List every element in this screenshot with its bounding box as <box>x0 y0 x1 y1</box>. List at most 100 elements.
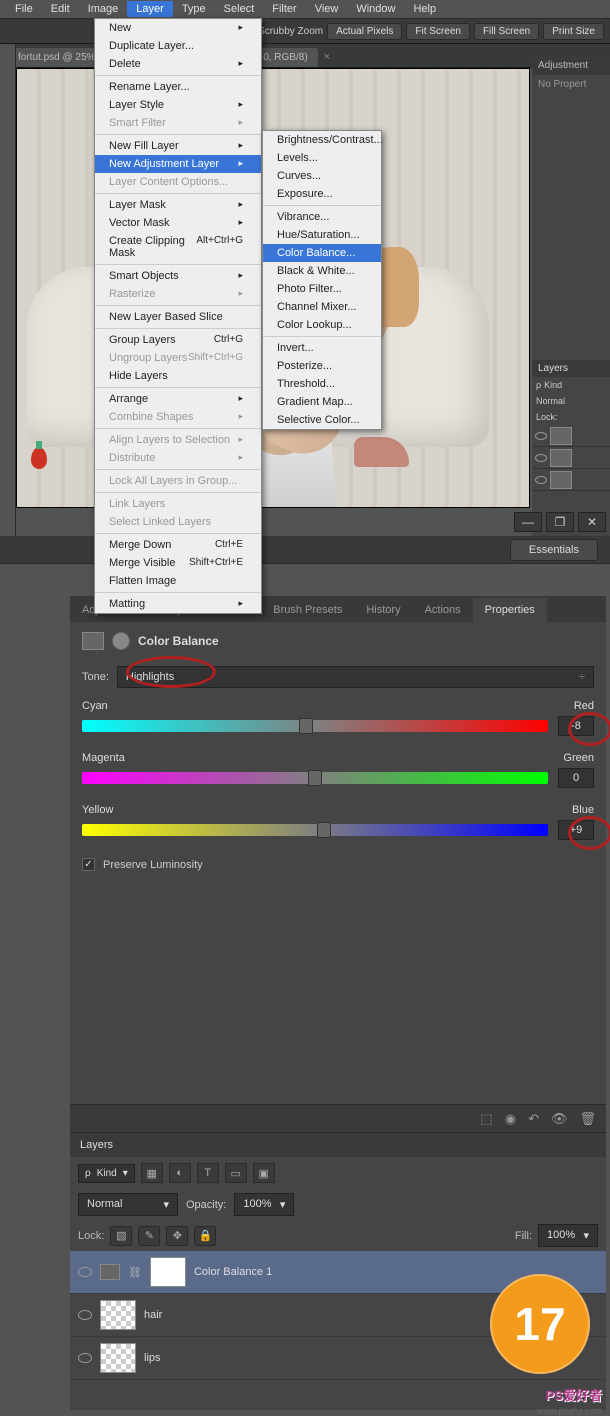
lock-all-icon[interactable]: 🔒 <box>194 1226 216 1246</box>
menu-image[interactable]: Image <box>79 1 128 17</box>
menu-item[interactable]: Smart Objects <box>95 267 261 285</box>
menu-item[interactable]: Hide Layers <box>95 367 261 385</box>
close-button[interactable]: ✕ <box>578 512 606 532</box>
layer-name[interactable]: hair <box>144 1309 162 1321</box>
menu-help[interactable]: Help <box>404 1 445 17</box>
menu-item[interactable]: Merge DownCtrl+E <box>95 536 261 554</box>
submenu-item[interactable]: Invert... <box>263 339 381 357</box>
menu-type[interactable]: Type <box>173 1 215 17</box>
menu-item[interactable]: Layer Style <box>95 96 261 114</box>
submenu-item[interactable]: Levels... <box>263 149 381 167</box>
menu-window[interactable]: Window <box>347 1 404 17</box>
submenu-item[interactable]: Hue/Saturation... <box>263 226 381 244</box>
submenu-item[interactable]: Brightness/Contrast... <box>263 131 381 149</box>
submenu-item[interactable]: Color Balance... <box>263 244 381 262</box>
layer-thumbnail[interactable] <box>100 1300 136 1330</box>
clip-icon[interactable]: ⬚ <box>480 1111 492 1127</box>
filter-pixel-icon[interactable]: ▦ <box>141 1163 163 1183</box>
menu-item[interactable]: Vector Mask <box>95 214 261 232</box>
tab-actions[interactable]: Actions <box>413 598 473 622</box>
menu-item[interactable]: Layer Mask <box>95 196 261 214</box>
submenu-item[interactable]: Photo Filter... <box>263 280 381 298</box>
adjustments-panel-title[interactable]: Adjustment <box>532 56 610 75</box>
layer-name[interactable]: Color Balance 1 <box>194 1266 272 1278</box>
lock-position-icon[interactable]: ✥ <box>166 1226 188 1246</box>
submenu-item[interactable]: Black & White... <box>263 262 381 280</box>
menu-item[interactable]: Merge VisibleShift+Ctrl+E <box>95 554 261 572</box>
layer-thumbnail[interactable] <box>100 1343 136 1373</box>
submenu-item[interactable]: Gradient Map... <box>263 393 381 411</box>
menu-item[interactable]: Flatten Image <box>95 572 261 590</box>
slider-track[interactable] <box>82 772 548 784</box>
visibility-toggle[interactable] <box>78 1267 92 1277</box>
submenu-item[interactable]: Threshold... <box>263 375 381 393</box>
workspace-essentials-button[interactable]: Essentials <box>510 539 598 561</box>
visibility-toggle[interactable] <box>78 1310 92 1320</box>
fit-screen-button[interactable]: Fit Screen <box>406 23 470 40</box>
menu-layer[interactable]: Layer <box>127 1 173 17</box>
filter-shape-icon[interactable]: ▭ <box>225 1163 247 1183</box>
submenu-item[interactable]: Vibrance... <box>263 208 381 226</box>
submenu-item[interactable]: Color Lookup... <box>263 316 381 334</box>
menu-item[interactable]: Group LayersCtrl+G <box>95 331 261 349</box>
submenu-item[interactable]: Channel Mixer... <box>263 298 381 316</box>
slider-handle[interactable] <box>317 822 331 838</box>
menu-item[interactable]: Arrange <box>95 390 261 408</box>
tab-history[interactable]: History <box>354 598 412 622</box>
menu-item[interactable]: Matting <box>95 595 261 613</box>
tools-panel[interactable] <box>0 44 16 536</box>
layers-panel-title-mini[interactable]: Layers <box>532 360 610 377</box>
filter-type-icon[interactable]: T <box>197 1163 219 1183</box>
actual-pixels-button[interactable]: Actual Pixels <box>327 23 402 40</box>
minimize-button[interactable]: — <box>514 512 542 532</box>
submenu-item[interactable]: Curves... <box>263 167 381 185</box>
menu-item[interactable]: New <box>95 19 261 37</box>
layer-filter-kind[interactable]: ρKind▾ <box>78 1164 135 1183</box>
menu-item[interactable]: Delete <box>95 55 261 73</box>
visibility-toggle[interactable] <box>78 1353 92 1363</box>
layers-panel-title[interactable]: Layers <box>70 1133 606 1157</box>
layer-name[interactable]: lips <box>144 1352 161 1364</box>
menu-edit[interactable]: Edit <box>42 1 79 17</box>
trash-icon[interactable]: 🗑 <box>579 1111 596 1127</box>
mask-thumbnail[interactable] <box>150 1257 186 1287</box>
slider-track[interactable] <box>82 720 548 732</box>
menu-item[interactable]: New Layer Based Slice <box>95 308 261 326</box>
menu-view[interactable]: View <box>306 1 348 17</box>
menu-select[interactable]: Select <box>215 1 264 17</box>
tab-brush-presets[interactable]: Brush Presets <box>261 598 354 622</box>
slider-track[interactable] <box>82 824 548 836</box>
eye-icon[interactable]: 👁 <box>551 1111 568 1127</box>
fill-input[interactable]: 100%▾ <box>538 1224 598 1247</box>
opacity-input[interactable]: 100%▾ <box>234 1193 294 1216</box>
submenu-item[interactable]: Selective Color... <box>263 411 381 429</box>
submenu-item[interactable]: Exposure... <box>263 185 381 203</box>
maximize-button[interactable]: ❐ <box>546 512 574 532</box>
menu-item[interactable]: Rename Layer... <box>95 78 261 96</box>
print-size-button[interactable]: Print Size <box>543 23 604 40</box>
layer-mask-icon[interactable] <box>112 632 130 650</box>
menu-filter[interactable]: Filter <box>263 1 305 17</box>
reset-icon[interactable]: ↶ <box>528 1111 539 1127</box>
preserve-luminosity-checkbox[interactable]: ✓ <box>82 858 95 871</box>
lock-image-icon[interactable]: ✎ <box>138 1226 160 1246</box>
slider-handle[interactable] <box>308 770 322 786</box>
tab-properties[interactable]: Properties <box>473 598 547 622</box>
adjustment-layer-submenu[interactable]: Brightness/Contrast...Levels...Curves...… <box>262 130 382 430</box>
lock-transparent-icon[interactable]: ▨ <box>110 1226 132 1246</box>
menu-item[interactable]: Create Clipping MaskAlt+Ctrl+G <box>95 232 261 262</box>
slider-label-right: Blue <box>572 804 594 816</box>
filter-adjustment-icon[interactable]: ◐ <box>169 1163 191 1183</box>
filter-smart-icon[interactable]: ▣ <box>253 1163 275 1183</box>
layer-menu[interactable]: NewDuplicate Layer...Delete Rename Layer.… <box>94 18 262 614</box>
submenu-item[interactable]: Posterize... <box>263 357 381 375</box>
menu-item[interactable]: New Adjustment Layer <box>95 155 261 173</box>
menu-item[interactable]: New Fill Layer <box>95 137 261 155</box>
slider-handle[interactable] <box>299 718 313 734</box>
slider-value[interactable]: 0 <box>558 768 594 788</box>
menu-item[interactable]: Duplicate Layer... <box>95 37 261 55</box>
view-previous-icon[interactable]: ◉ <box>505 1111 516 1127</box>
blend-mode-select[interactable]: Normal▾ <box>78 1193 178 1216</box>
menu-file[interactable]: File <box>6 1 42 17</box>
fill-screen-button[interactable]: Fill Screen <box>474 23 539 40</box>
